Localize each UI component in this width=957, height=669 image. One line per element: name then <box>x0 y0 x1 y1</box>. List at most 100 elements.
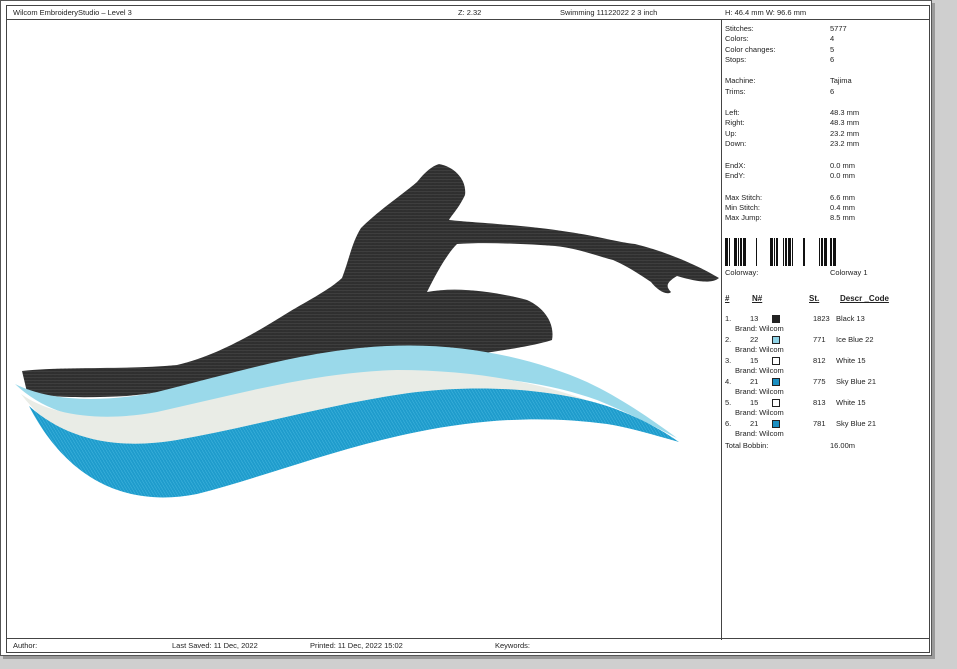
stat-label: Min Stitch: <box>725 203 761 212</box>
stat-value: 6 <box>830 87 835 96</box>
stat-row: Right: 48.3 mm <box>725 118 925 128</box>
col-header-index: # <box>725 294 730 303</box>
design-canvas[interactable] <box>7 20 721 640</box>
stat-row: Stops: 6 <box>725 55 925 65</box>
thread-brand: Brand: Wilcom <box>735 429 784 438</box>
thread-brand: Brand: Wilcom <box>735 408 784 417</box>
colorway-row: Colorway: Colorway 1 <box>725 268 925 278</box>
thread-index: 6. <box>725 419 732 428</box>
stat-value: 23.2 mm <box>830 129 860 138</box>
total-bobbin-value: 16.00m <box>830 441 856 450</box>
app-title: Wilcom EmbroideryStudio – Level 3 <box>13 8 132 17</box>
thread-number: 13 <box>750 314 759 323</box>
thread-index: 2. <box>725 335 732 344</box>
stat-label: Right: <box>725 118 745 127</box>
stat-label: Down: <box>725 139 747 148</box>
thread-stitches: 775 <box>813 377 826 386</box>
thread-index: 3. <box>725 356 732 365</box>
stat-row: Machine: Tajima <box>725 76 925 86</box>
stat-row: Colors: 4 <box>725 34 925 44</box>
stat-row: Stitches: 5777 <box>725 24 925 34</box>
thread-index: 4. <box>725 377 732 386</box>
stat-label: Stops: <box>725 55 747 64</box>
stat-row: Max Jump: 8.5 mm <box>725 213 925 223</box>
stat-value: 48.3 mm <box>830 108 860 117</box>
stat-label: Stitches: <box>725 24 754 33</box>
stat-label: Max Stitch: <box>725 193 763 202</box>
total-bobbin-label: Total Bobbin: <box>725 441 769 450</box>
col-header-number: N# <box>752 294 763 303</box>
design-name: Swimming 11122022 2 3 inch <box>560 8 658 17</box>
thread-brand: Brand: Wilcom <box>735 366 784 375</box>
thread-row: 2. 22 771 Ice Blue 22 <box>725 335 925 345</box>
stat-value: 48.3 mm <box>830 118 860 127</box>
stat-label: Up: <box>725 129 737 138</box>
thread-row: 4. 21 775 Sky Blue 21 <box>725 377 925 387</box>
stat-value: 0.0 mm <box>830 171 856 180</box>
thread-stitches: 1823 <box>813 314 830 323</box>
thread-description: White 15 <box>836 398 866 407</box>
stat-value: 4 <box>830 34 835 43</box>
stat-label: Trims: <box>725 87 746 96</box>
stat-value: 8.5 mm <box>830 213 856 222</box>
stat-row: Min Stitch: 0.4 mm <box>725 203 925 213</box>
print-preview-sheet: Wilcom EmbroideryStudio – Level 3 Z: 2.3… <box>0 0 932 656</box>
design-info-panel: Stitches: 5777 Colors: 4 Color changes: 5 Stop… <box>723 20 929 640</box>
stat-row: Trims: 6 <box>725 87 925 97</box>
col-header-description: Descr _Code <box>840 294 889 303</box>
stat-label: EndX: <box>725 161 746 170</box>
stat-value: 5 <box>830 45 835 54</box>
thread-color-swatch <box>772 378 780 386</box>
thread-color-swatch <box>772 399 780 407</box>
stat-row: Left: 48.3 mm <box>725 108 925 118</box>
thread-number: 22 <box>750 335 759 344</box>
total-bobbin-row: Total Bobbin: 16.00m <box>725 441 925 451</box>
thread-row: 1. 13 1823 Black 13 <box>725 314 925 324</box>
header-bar: Wilcom EmbroideryStudio – Level 3 Z: 2.3… <box>7 6 929 20</box>
thread-brand: Brand: Wilcom <box>735 345 784 354</box>
stat-label: Colors: <box>725 34 749 43</box>
thread-number: 21 <box>750 419 759 428</box>
stat-row: Down: 23.2 mm <box>725 139 925 149</box>
thread-row: 6. 21 781 Sky Blue 21 <box>725 419 925 429</box>
thread-brand: Brand: Wilcom <box>735 387 784 396</box>
last-saved: Last Saved: 11 Dec, 2022 <box>172 641 258 650</box>
thread-description: Black 13 <box>836 314 865 323</box>
stat-row: Max Stitch: 6.6 mm <box>725 193 925 203</box>
keywords-label: Keywords: <box>495 641 531 650</box>
stat-label: EndY: <box>725 171 746 180</box>
thread-index: 1. <box>725 314 732 323</box>
thread-brand: Brand: Wilcom <box>735 324 784 333</box>
thread-stitches: 781 <box>813 419 826 428</box>
thread-description: Ice Blue 22 <box>836 335 874 344</box>
thread-color-swatch <box>772 420 780 428</box>
zoom-level: Z: 2.32 <box>458 8 482 17</box>
sheet-frame: Wilcom EmbroideryStudio – Level 3 Z: 2.3… <box>6 5 930 653</box>
thread-color-swatch <box>772 315 780 323</box>
panel-divider <box>721 20 722 640</box>
stat-label: Color changes: <box>725 45 776 54</box>
thread-description: Sky Blue 21 <box>836 377 877 386</box>
thread-color-swatch <box>772 357 780 365</box>
stat-value: 6 <box>830 55 835 64</box>
thread-stitches: 771 <box>813 335 826 344</box>
colorway-label: Colorway: <box>725 268 759 277</box>
stat-label: Left: <box>725 108 740 117</box>
thread-number: 15 <box>750 356 759 365</box>
thread-stitches: 813 <box>813 398 826 407</box>
footer-bar: Author: Last Saved: 11 Dec, 2022 Printed… <box>7 638 929 652</box>
stat-label: Max Jump: <box>725 213 762 222</box>
thread-row: 5. 15 813 White 15 <box>725 398 925 408</box>
author-label: Author: <box>13 641 38 650</box>
stat-row: EndY: 0.0 mm <box>725 171 925 181</box>
barcode-icon <box>725 238 836 266</box>
colorway-value: Colorway 1 <box>830 268 868 277</box>
stat-value: 6.6 mm <box>830 193 856 202</box>
thread-description: White 15 <box>836 356 866 365</box>
design-size: H: 46.4 mm W: 96.6 mm <box>725 8 807 17</box>
stat-row: EndX: 0.0 mm <box>725 161 925 171</box>
stat-row: Up: 23.2 mm <box>725 129 925 139</box>
stat-value: 5777 <box>830 24 847 33</box>
thread-number: 15 <box>750 398 759 407</box>
stat-value: 0.4 mm <box>830 203 856 212</box>
